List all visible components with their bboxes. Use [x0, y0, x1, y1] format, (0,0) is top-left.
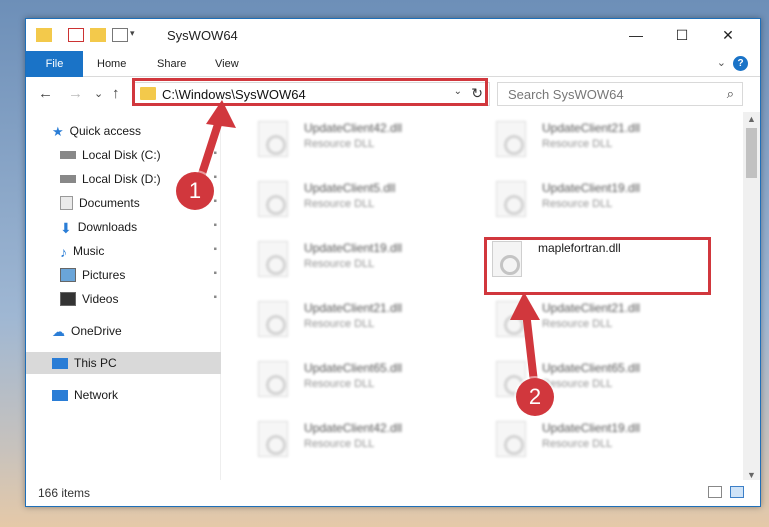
sidebar-item-onedrive[interactable]: ☁ OneDrive: [26, 320, 221, 342]
item-count: 166 items: [38, 486, 91, 500]
sidebar-item-network[interactable]: Network: [26, 384, 221, 406]
title-bar: ▾ SysWOW64 — ☐ ✕: [26, 19, 760, 51]
sidebar-item-downloads[interactable]: ⬇ Downloads ▪: [26, 216, 221, 238]
dll-file-icon: [258, 121, 288, 157]
navigation-pane: ★ Quick access Local Disk (C:) ▪ Local D…: [26, 112, 221, 482]
scroll-down-icon[interactable]: ▼: [747, 470, 756, 480]
window-title: SysWOW64: [167, 28, 238, 43]
ribbon-expand-icon[interactable]: ⌄: [717, 56, 726, 69]
sidebar-item-this-pc[interactable]: This PC: [26, 352, 221, 374]
new-folder-icon[interactable]: [90, 28, 106, 42]
sidebar-item-pictures[interactable]: Pictures ▪: [26, 264, 221, 286]
pin-icon: ▪: [213, 196, 217, 207]
dll-file-icon: [258, 421, 288, 457]
videos-icon: [60, 292, 76, 306]
list-item[interactable]: UpdateClient21.dll Resource DLL: [470, 294, 690, 344]
pin-icon: ▪: [213, 172, 217, 183]
customize-icon[interactable]: [112, 28, 128, 42]
pin-icon: ▪: [213, 268, 217, 279]
search-icon[interactable]: ⌕: [727, 86, 734, 102]
sidebar-item-label: This PC: [74, 356, 117, 370]
step-2-badge: 2: [516, 378, 554, 416]
list-item[interactable]: UpdateClient19.dll Resource DLL: [232, 234, 452, 284]
sidebar-item-label: Network: [74, 388, 119, 402]
list-item[interactable]: UpdateClient42.dll Resource DLL: [232, 414, 452, 464]
ribbon-tabs: File Home Share View ⌄ ?: [26, 51, 760, 77]
details-view-icon[interactable]: [708, 486, 722, 498]
minimize-button[interactable]: —: [613, 19, 659, 51]
download-icon: ⬇: [60, 220, 72, 236]
music-icon: ♪: [60, 244, 67, 260]
sidebar-item-label: Documents: [79, 196, 140, 210]
help-button[interactable]: ?: [733, 56, 748, 71]
dll-file-icon: [496, 421, 526, 457]
pin-icon: ▪: [213, 244, 217, 255]
tab-share[interactable]: Share: [157, 51, 186, 77]
network-icon: [52, 389, 68, 401]
sidebar-item-label: Downloads: [77, 220, 138, 234]
folder-icon[interactable]: [36, 28, 52, 42]
sidebar-item-label: OneDrive: [71, 324, 122, 338]
sidebar-item-videos[interactable]: Videos ▪: [26, 288, 221, 310]
file-list: UpdateClient42.dll Resource DLL UpdateCl…: [222, 112, 736, 482]
recent-locations-button[interactable]: ⌄: [94, 87, 103, 100]
pin-icon: ▪: [213, 292, 217, 303]
sidebar-item-quick-access[interactable]: ★ Quick access: [26, 120, 221, 142]
search-placeholder: Search SysWOW64: [508, 87, 624, 102]
pin-icon: ▪: [213, 220, 217, 231]
up-button[interactable]: ↑: [112, 85, 120, 102]
tab-file[interactable]: File: [26, 51, 83, 77]
sidebar-item-label: Quick access: [69, 124, 142, 138]
search-input[interactable]: Search SysWOW64 ⌕: [497, 82, 743, 106]
drive-icon: [60, 151, 76, 159]
status-bar: 166 items: [26, 480, 760, 506]
file-highlight-box: [484, 237, 711, 295]
sidebar-item-local-disk-c[interactable]: Local Disk (C:) ▪: [26, 144, 221, 166]
properties-icon[interactable]: [68, 28, 84, 42]
dll-file-icon: [496, 301, 526, 337]
documents-icon: [60, 196, 73, 210]
computer-icon: [52, 357, 68, 369]
list-item[interactable]: UpdateClient21.dll Resource DLL: [470, 114, 690, 164]
tab-view[interactable]: View: [215, 51, 239, 77]
forward-button[interactable]: →: [68, 85, 83, 102]
large-icons-view-icon[interactable]: [730, 486, 744, 498]
pin-icon: ▪: [213, 148, 217, 159]
list-item[interactable]: UpdateClient65.dll Resource DLL: [470, 354, 690, 404]
sidebar-item-label: Music: [73, 244, 105, 258]
dll-file-icon: [496, 181, 526, 217]
dll-file-icon: [258, 301, 288, 337]
sidebar-item-label: Videos: [82, 292, 119, 306]
dll-file-icon: [258, 241, 288, 277]
dll-file-icon: [496, 121, 526, 157]
close-button[interactable]: ✕: [705, 19, 751, 51]
scroll-thumb[interactable]: [746, 128, 757, 178]
address-highlight-box: [132, 78, 488, 106]
sidebar-item-label: Pictures: [82, 268, 126, 282]
step-1-badge: 1: [176, 172, 214, 210]
list-item[interactable]: UpdateClient42.dll Resource DLL: [232, 114, 452, 164]
list-item[interactable]: UpdateClient19.dll Resource DLL: [470, 414, 690, 464]
drive-icon: [60, 175, 76, 183]
pictures-icon: [60, 268, 76, 282]
tab-home[interactable]: Home: [97, 51, 126, 77]
cloud-icon: ☁: [52, 324, 65, 339]
list-item[interactable]: UpdateClient19.dll Resource DLL: [470, 174, 690, 224]
list-item[interactable]: UpdateClient65.dll Resource DLL: [232, 354, 452, 404]
list-item[interactable]: UpdateClient5.dll Resource DLL: [232, 174, 452, 224]
chevron-down-icon[interactable]: ▾: [130, 28, 135, 39]
dll-file-icon: [258, 361, 288, 397]
star-icon: ★: [52, 124, 64, 139]
sidebar-item-music[interactable]: ♪ Music ▪: [26, 240, 221, 262]
sidebar-item-label: Local Disk (D:): [82, 172, 161, 186]
back-button[interactable]: ←: [38, 85, 53, 102]
sidebar-item-label: Local Disk (C:): [82, 148, 161, 162]
scroll-up-icon[interactable]: ▲: [747, 114, 756, 124]
vertical-scrollbar[interactable]: ▲ ▼: [743, 112, 760, 482]
maximize-button[interactable]: ☐: [659, 19, 705, 51]
list-item[interactable]: UpdateClient21.dll Resource DLL: [232, 294, 452, 344]
dll-file-icon: [258, 181, 288, 217]
